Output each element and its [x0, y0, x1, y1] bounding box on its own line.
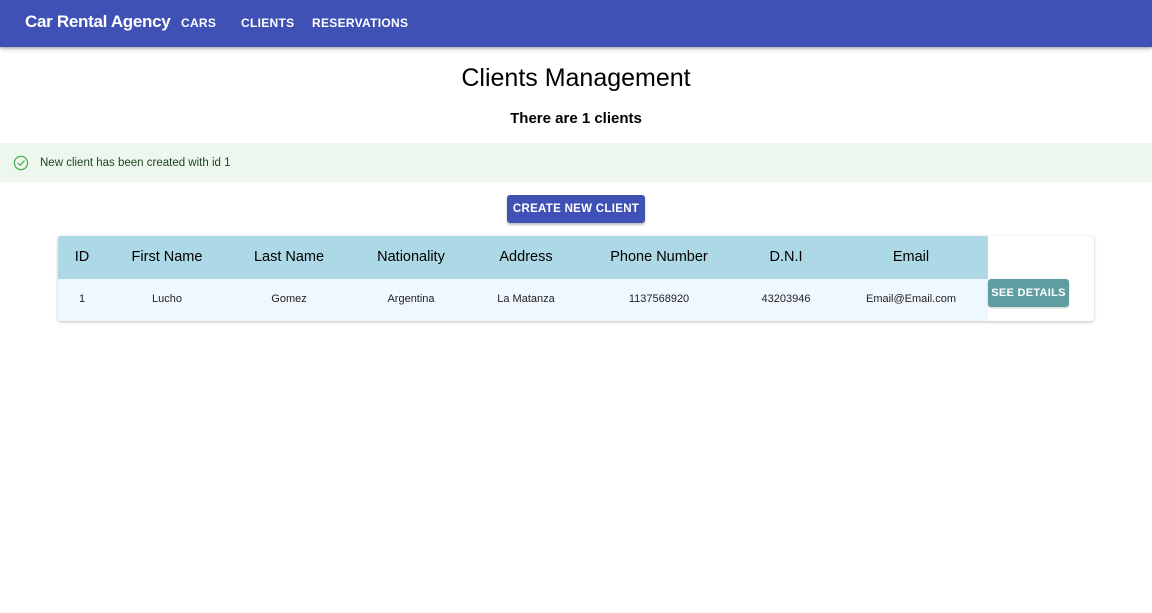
- create-new-client-button[interactable]: CREATE NEW CLIENT: [507, 195, 645, 223]
- nav-link-reservations[interactable]: RESERVATIONS: [312, 16, 408, 30]
- cell-nationality: Argentina: [387, 293, 435, 305]
- cell-dni: 43203946: [761, 293, 811, 305]
- client-count-text: There are 1 clients: [510, 110, 642, 127]
- nav-link-cars[interactable]: CARS: [181, 16, 216, 30]
- column-header-dni: D.N.I: [769, 249, 803, 265]
- column-header-phone-number: Phone Number: [610, 249, 708, 265]
- brand-title[interactable]: Car Rental Agency: [25, 12, 171, 32]
- table-header-row: ID First Name Last Name Nationality Addr…: [58, 236, 988, 279]
- page-title: Clients Management: [461, 64, 691, 92]
- cell-id: 1: [78, 293, 86, 305]
- cell-address: La Matanza: [497, 293, 555, 305]
- app-bar: Car Rental Agency CARS CLIENTS RESERVATI…: [0, 0, 1152, 47]
- column-header-address: Address: [499, 249, 553, 265]
- clients-table: ID First Name Last Name Nationality Addr…: [58, 236, 1094, 321]
- check-circle-icon: [13, 155, 29, 171]
- cell-phone-number: 1137568920: [628, 293, 690, 305]
- column-header-email: Email: [892, 249, 930, 265]
- column-header-last-name: Last Name: [253, 249, 325, 265]
- nav-link-clients[interactable]: CLIENTS: [241, 16, 294, 30]
- cell-last-name: Gomez: [271, 293, 307, 305]
- alert-message: New client has been created with id 1: [40, 157, 231, 169]
- cell-first-name: Lucho: [152, 293, 182, 305]
- table-row: 1 Lucho Gomez Argentina La Matanza 11375…: [58, 279, 988, 321]
- column-header-id: ID: [74, 249, 90, 265]
- success-alert: New client has been created with id 1: [0, 143, 1152, 182]
- column-header-nationality: Nationality: [377, 249, 445, 265]
- see-details-button[interactable]: SEE DETAILS: [988, 279, 1069, 307]
- cell-email: Email@Email.com: [865, 293, 956, 305]
- column-header-first-name: First Name: [131, 249, 203, 265]
